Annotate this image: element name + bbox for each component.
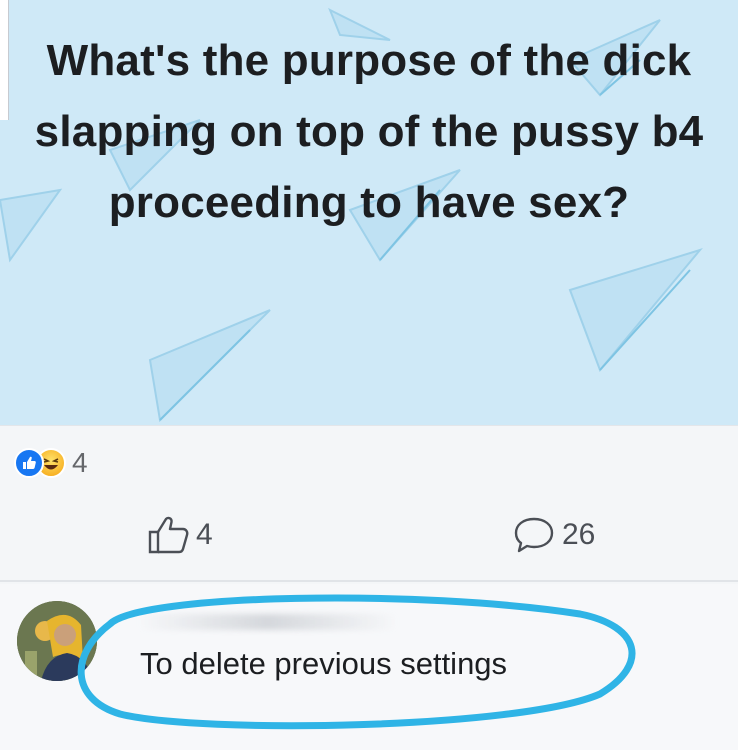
like-button[interactable]: 4	[146, 515, 213, 555]
comment-count: 26	[562, 518, 596, 551]
avatar[interactable]	[17, 601, 97, 681]
post-text: What's the purpose of the dick slapping …	[34, 36, 704, 227]
comment-area: To delete previous settings	[0, 584, 738, 750]
card-edge	[0, 0, 9, 120]
blurred-commenter-name	[138, 614, 398, 630]
thumbs-up-icon	[148, 516, 189, 554]
action-row: 4 26	[0, 505, 738, 565]
reactions-summary[interactable]: 4	[14, 446, 88, 480]
reaction-count: 4	[72, 447, 88, 478]
like-reaction-icon	[14, 448, 44, 478]
like-count: 4	[196, 518, 213, 551]
post-card: What's the purpose of the dick slapping …	[0, 0, 738, 426]
comment-bubble-icon	[514, 517, 554, 553]
comment-text: To delete previous settings	[140, 646, 508, 681]
comment-button[interactable]: 26	[512, 515, 595, 555]
divider	[0, 580, 738, 582]
